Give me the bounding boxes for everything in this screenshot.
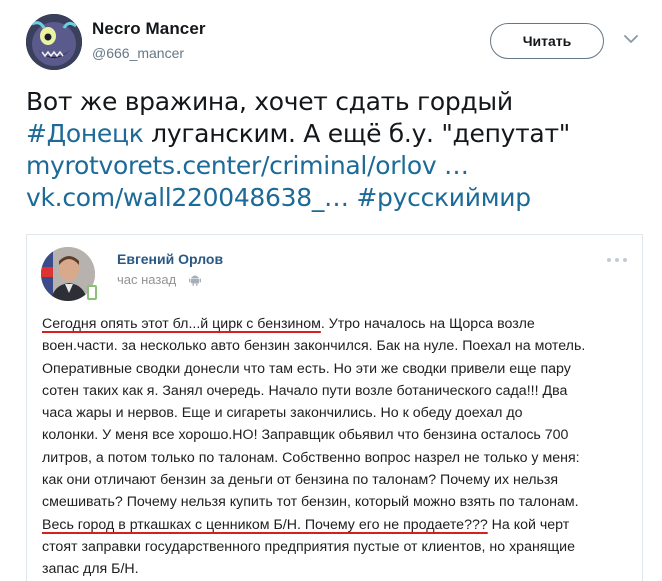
tweet-card: Necro Mancer @666_mancer Читать Вот же в… — [0, 0, 662, 581]
vk-post-time: час назад — [117, 272, 177, 287]
vk-line-3: Оперативные сводки донесли что там есть.… — [42, 360, 571, 377]
vk-line-1: Сегодня опять этот бл...й цирк с бензино… — [42, 313, 632, 335]
tweet-line-1: Вот же вражина, хочет сдать гордый — [26, 87, 513, 116]
vk-line-5: часа жары и нервов. Еще и сигареты закон… — [42, 405, 523, 422]
tweet-text: Вот же вражина, хочет сдать гордый #Доне… — [26, 86, 646, 214]
tweet-line-2: #Донецк луганским. А ещё б.у. "депутат" — [26, 118, 646, 150]
vk-author-name: Евгений Орлов — [117, 251, 224, 267]
vk-line-9: смешивать? Почему нельзя купить тот бенз… — [42, 494, 579, 511]
more-dots-icon — [607, 258, 627, 262]
author-handle[interactable]: @666_mancer — [92, 45, 184, 61]
tweet-link-myrotvorets[interactable]: myrotvorets.center/criminal/orlov … — [26, 150, 646, 182]
hashtag-donetsk[interactable]: #Донецк — [26, 119, 144, 148]
mobile-online-icon — [87, 285, 97, 300]
follow-button[interactable]: Читать — [490, 23, 604, 59]
tweet-line-4: vk.com/wall220048638_… #русскиймир — [26, 182, 646, 214]
author-name[interactable]: Necro Mancer — [92, 19, 206, 39]
tweet-link-vk[interactable]: vk.com/wall220048638_… — [26, 183, 349, 212]
underlined-phrase-2: Весь город в рткашках с ценником Б/Н. По… — [42, 516, 488, 533]
android-icon — [189, 275, 201, 286]
vk-line-10: Весь город в рткашках с ценником Б/Н. По… — [42, 514, 632, 536]
monster-avatar-icon — [26, 14, 82, 70]
attached-image-vk-post[interactable]: Евгений Орлов час назад Сегодня опять эт… — [26, 234, 643, 581]
hashtag-russkiymir[interactable]: #русскиймир — [356, 183, 531, 212]
vk-line-10-rest: На кой черт — [487, 516, 570, 533]
vk-line-12: запас для Б/Н. — [42, 561, 139, 578]
underlined-phrase-1: Сегодня опять этот бл...й цирк с бензино… — [42, 316, 321, 332]
vk-line-7: литров, а потом только по талонам. Собст… — [42, 449, 580, 466]
vk-post-text: Сегодня опять этот бл...й цирк с бензино… — [42, 313, 632, 581]
vk-line-8: как они отличают бензин за деньги от бен… — [42, 472, 559, 489]
vk-line-6: колонки. У меня все хорошо.НО! Заправщик… — [42, 427, 569, 444]
vk-line-1-rest: . Утро началось на Щорса возле — [320, 316, 535, 332]
chevron-down-icon[interactable] — [622, 30, 640, 48]
tweet-line-2-text: луганским. А ещё б.у. "депутат" — [143, 119, 570, 148]
vk-line-4: сотен таких как я. Занял очередь. Начало… — [42, 382, 568, 399]
author-avatar[interactable] — [26, 14, 82, 70]
vk-line-11: стоят заправки государственного предприя… — [42, 538, 575, 555]
vk-line-2: воен.части. за несколько авто бензин зак… — [42, 338, 586, 355]
